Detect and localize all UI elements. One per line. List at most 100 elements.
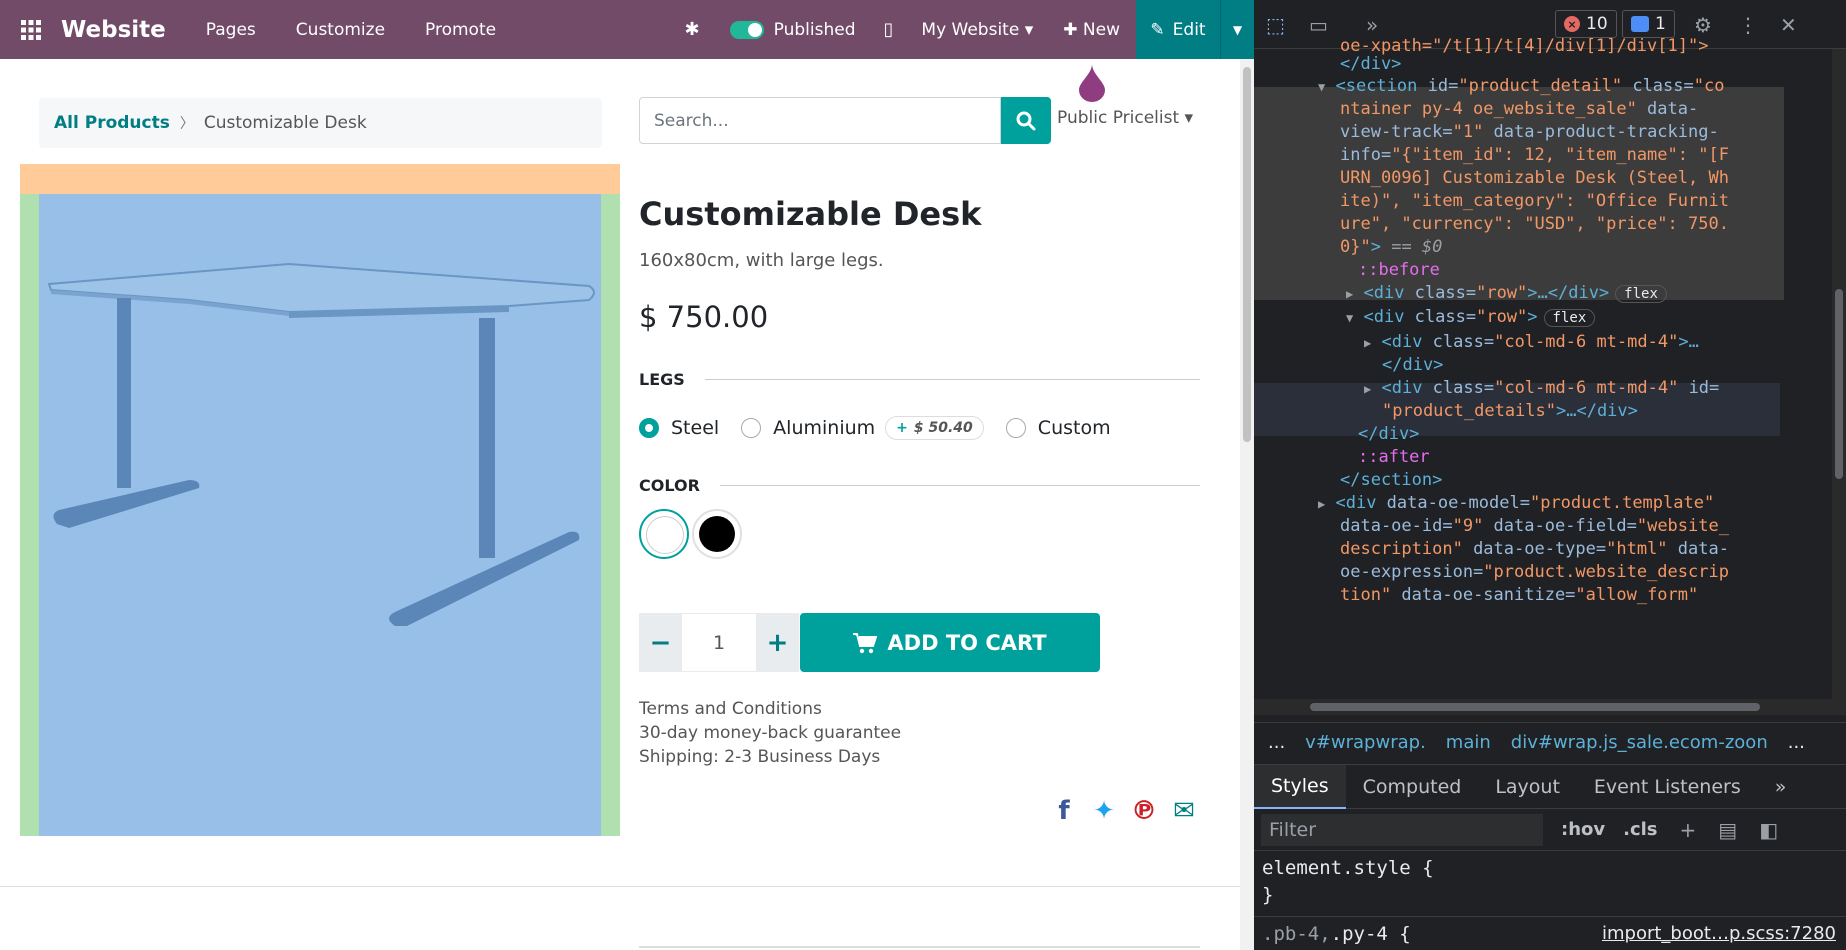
cls-toggle[interactable]: .cls xyxy=(1623,819,1657,840)
rule-source-link[interactable]: import_boot…p.scss:7280 xyxy=(1602,923,1836,944)
section-divider xyxy=(0,886,1240,887)
styles-filter-input[interactable]: Filter xyxy=(1261,813,1543,846)
edit-button[interactable]: ✎ Edit xyxy=(1136,0,1220,59)
breadcrumb-main[interactable]: main xyxy=(1446,732,1491,753)
code-attr: oe-expression= xyxy=(1340,562,1484,582)
code-attr: class= xyxy=(1432,332,1495,352)
breadcrumb-wrapwrap[interactable]: v#wrapwrap. xyxy=(1305,732,1426,753)
close-icon[interactable]: ✕ xyxy=(1780,12,1797,38)
pricelist-dropdown[interactable]: Public Pricelist ▾ xyxy=(1057,108,1193,128)
elements-horizontal-scrollbar-thumb[interactable] xyxy=(1310,703,1760,711)
legs-option-steel[interactable]: Steel xyxy=(639,417,719,439)
code-value: "col-md-6 mt-md-4" xyxy=(1494,332,1679,352)
new-button[interactable]: ✚ New xyxy=(1063,20,1120,40)
flex-badge[interactable]: flex xyxy=(1543,309,1596,327)
radio-aluminium[interactable] xyxy=(741,418,762,438)
hov-toggle[interactable]: :hov xyxy=(1561,819,1605,840)
product-image[interactable] xyxy=(39,194,601,836)
brand-website[interactable]: Website xyxy=(61,17,166,43)
code-value: "1" xyxy=(1452,122,1484,142)
legs-option-custom-label: Custom xyxy=(1037,417,1111,439)
py-4-rule[interactable]: .pb-4, .py-4 { import_boot…p.scss:7280 xyxy=(1254,916,1846,950)
code-value: ite)", "item_category": "Office Furnit xyxy=(1340,191,1729,211)
elements-vertical-scrollbar[interactable] xyxy=(1832,49,1846,699)
inspect-element-icon[interactable]: ⬚ xyxy=(1266,12,1285,38)
menu-pages[interactable]: Pages xyxy=(206,20,256,40)
breadcrumb-wrap[interactable]: div#wrap.js_sale.ecom-zoon xyxy=(1511,732,1768,753)
code-value: tion" xyxy=(1340,585,1392,605)
toggle-sidebar-icon[interactable]: ◧ xyxy=(1759,818,1778,842)
apps-grid-icon[interactable] xyxy=(0,0,61,59)
pseudo-after[interactable]: ::after xyxy=(1358,447,1430,467)
radio-custom[interactable] xyxy=(1005,418,1026,438)
add-to-cart-button[interactable]: ADD TO CART xyxy=(800,613,1100,672)
product-price: $ 750.00 xyxy=(639,300,769,334)
my-website-dropdown[interactable]: My Website ▾ xyxy=(921,20,1033,40)
tab-computed[interactable]: Computed xyxy=(1346,765,1479,809)
code-tag: >…</div> xyxy=(1527,283,1610,303)
color-label: COLOR xyxy=(639,476,700,495)
new-label: New xyxy=(1082,19,1120,40)
quantity-minus-button[interactable]: − xyxy=(639,613,682,672)
code-tag: > xyxy=(1370,237,1392,257)
paint-brush-icon[interactable]: ▤ xyxy=(1718,818,1737,842)
code-tag: >…</div> xyxy=(1556,401,1638,421)
color-divider xyxy=(719,485,1200,486)
tab-more[interactable]: » xyxy=(1758,765,1804,809)
legs-option-custom[interactable]: Custom xyxy=(1005,417,1111,439)
breadcrumb-ellipsis[interactable]: ... xyxy=(1268,732,1285,753)
pinterest-icon[interactable]: ℗ xyxy=(1130,796,1158,826)
code-value: "product.template" xyxy=(1529,493,1715,513)
console-ref: == $0 xyxy=(1391,237,1443,257)
tab-event-listeners[interactable]: Event Listeners xyxy=(1577,765,1758,809)
expand-triangle-icon: ▶ xyxy=(1364,382,1372,396)
message-count: 1 xyxy=(1655,14,1666,34)
flex-badge[interactable]: flex xyxy=(1615,285,1667,303)
expand-triangle-icon: ▶ xyxy=(1364,336,1372,350)
kebab-menu-icon[interactable]: ⋮ xyxy=(1738,12,1758,38)
elements-vertical-scrollbar-thumb[interactable] xyxy=(1835,289,1843,479)
code-value: "row" xyxy=(1476,283,1528,303)
elements-horizontal-scrollbar[interactable] xyxy=(1254,699,1846,715)
breadcrumb: All Products 〉 Customizable Desk xyxy=(39,98,602,148)
email-icon[interactable]: ✉ xyxy=(1170,796,1198,826)
search-button[interactable] xyxy=(1001,97,1051,144)
debug-bug-icon[interactable]: ✱ xyxy=(685,19,700,40)
quantity-input[interactable]: 1 xyxy=(682,613,756,672)
element-style-rule[interactable]: element.style { xyxy=(1262,855,1434,882)
quantity-plus-button[interactable]: + xyxy=(756,613,799,672)
add-rule-icon[interactable]: + xyxy=(1680,818,1697,842)
code-attr: data-oe-id= xyxy=(1340,516,1453,536)
node-row-2[interactable]: ▼ <div class="row"> flex xyxy=(1346,304,1596,332)
color-swatch-black[interactable] xyxy=(692,509,742,559)
device-toolbar-icon[interactable]: ▭ xyxy=(1309,12,1328,38)
breadcrumb-ellipsis-end[interactable]: ... xyxy=(1788,732,1805,753)
page-scrollbar-thumb[interactable] xyxy=(1243,67,1251,442)
published-toggle[interactable] xyxy=(729,20,764,39)
code-value: "product.website_descrip xyxy=(1483,562,1729,582)
facebook-icon[interactable]: f xyxy=(1050,796,1078,826)
legs-divider xyxy=(704,379,1200,380)
mobile-preview-icon[interactable]: ▯ xyxy=(884,19,894,40)
pseudo-before[interactable]: ::before xyxy=(1358,260,1440,280)
terms-line-3: Shipping: 2-3 Business Days xyxy=(639,747,881,767)
color-swatch-white[interactable] xyxy=(639,509,689,559)
terms-line-1[interactable]: Terms and Conditions xyxy=(639,697,901,721)
menu-promote[interactable]: Promote xyxy=(425,20,496,40)
code-value: "website_ xyxy=(1636,516,1729,536)
edit-label: Edit xyxy=(1172,19,1206,40)
published-label[interactable]: Published xyxy=(774,20,856,40)
menu-customize[interactable]: Customize xyxy=(296,20,385,40)
legs-option-aluminium[interactable]: Aluminium + $ 50.40 xyxy=(741,416,984,440)
edit-dropdown-caret[interactable]: ▼ xyxy=(1220,0,1254,59)
twitter-icon[interactable]: ✦ xyxy=(1090,796,1118,826)
radio-steel[interactable] xyxy=(639,418,659,438)
page-scrollbar[interactable] xyxy=(1240,59,1254,950)
tab-styles[interactable]: Styles xyxy=(1254,764,1346,809)
code-attr: info= xyxy=(1340,145,1392,165)
tab-layout[interactable]: Layout xyxy=(1478,765,1577,809)
breadcrumb-all-products[interactable]: All Products xyxy=(54,113,170,133)
elements-tree: oe-xpath="/t[1]/t[4]/div[1]/div[1]"> </d… xyxy=(1254,36,1846,699)
breadcrumb-current: Customizable Desk xyxy=(203,113,367,133)
search-input[interactable]: Search... xyxy=(639,97,1001,144)
